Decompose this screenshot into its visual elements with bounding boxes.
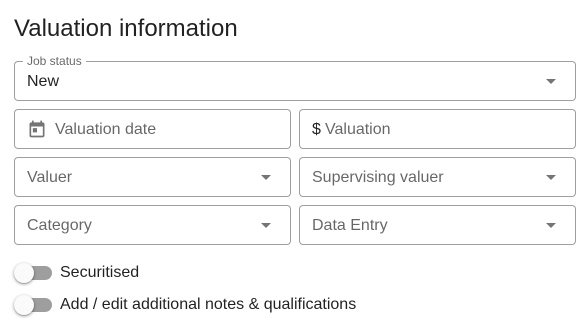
dropdown-arrow-icon <box>546 223 556 228</box>
calendar-icon <box>29 120 45 138</box>
data-entry-placeholder: Data Entry <box>312 217 388 234</box>
valuation-placeholder: Valuation <box>325 121 391 138</box>
notes-qualifications-label: Add / edit additional notes & qualificat… <box>60 296 357 313</box>
category-placeholder: Category <box>27 217 92 234</box>
currency-prefix: $ <box>312 121 321 138</box>
supervising-valuer-select[interactable]: Supervising valuer <box>299 157 576 197</box>
valuation-date-field[interactable]: Valuation date <box>14 109 291 149</box>
valuation-field[interactable]: $ Valuation <box>299 109 576 149</box>
securitised-label: Securitised <box>60 264 140 281</box>
valuation-date-placeholder: Valuation date <box>55 121 157 138</box>
data-entry-select[interactable]: Data Entry <box>299 205 576 245</box>
valuer-select[interactable]: Valuer <box>14 157 291 197</box>
dropdown-arrow-icon <box>261 175 271 180</box>
supervising-valuer-placeholder: Supervising valuer <box>312 169 444 186</box>
category-select[interactable]: Category <box>14 205 291 245</box>
valuer-placeholder: Valuer <box>27 169 73 186</box>
job-status-label: Job status <box>23 54 86 68</box>
job-status-value: New <box>27 73 60 90</box>
securitised-switch-thumb[interactable] <box>14 263 34 283</box>
job-status-select[interactable]: Job status New <box>14 54 576 101</box>
dropdown-arrow-icon <box>546 175 556 180</box>
dropdown-arrow-icon <box>546 79 556 84</box>
dropdown-arrow-icon <box>261 223 271 228</box>
notes-switch-thumb[interactable] <box>14 295 34 315</box>
section-title: Valuation information <box>14 15 238 42</box>
